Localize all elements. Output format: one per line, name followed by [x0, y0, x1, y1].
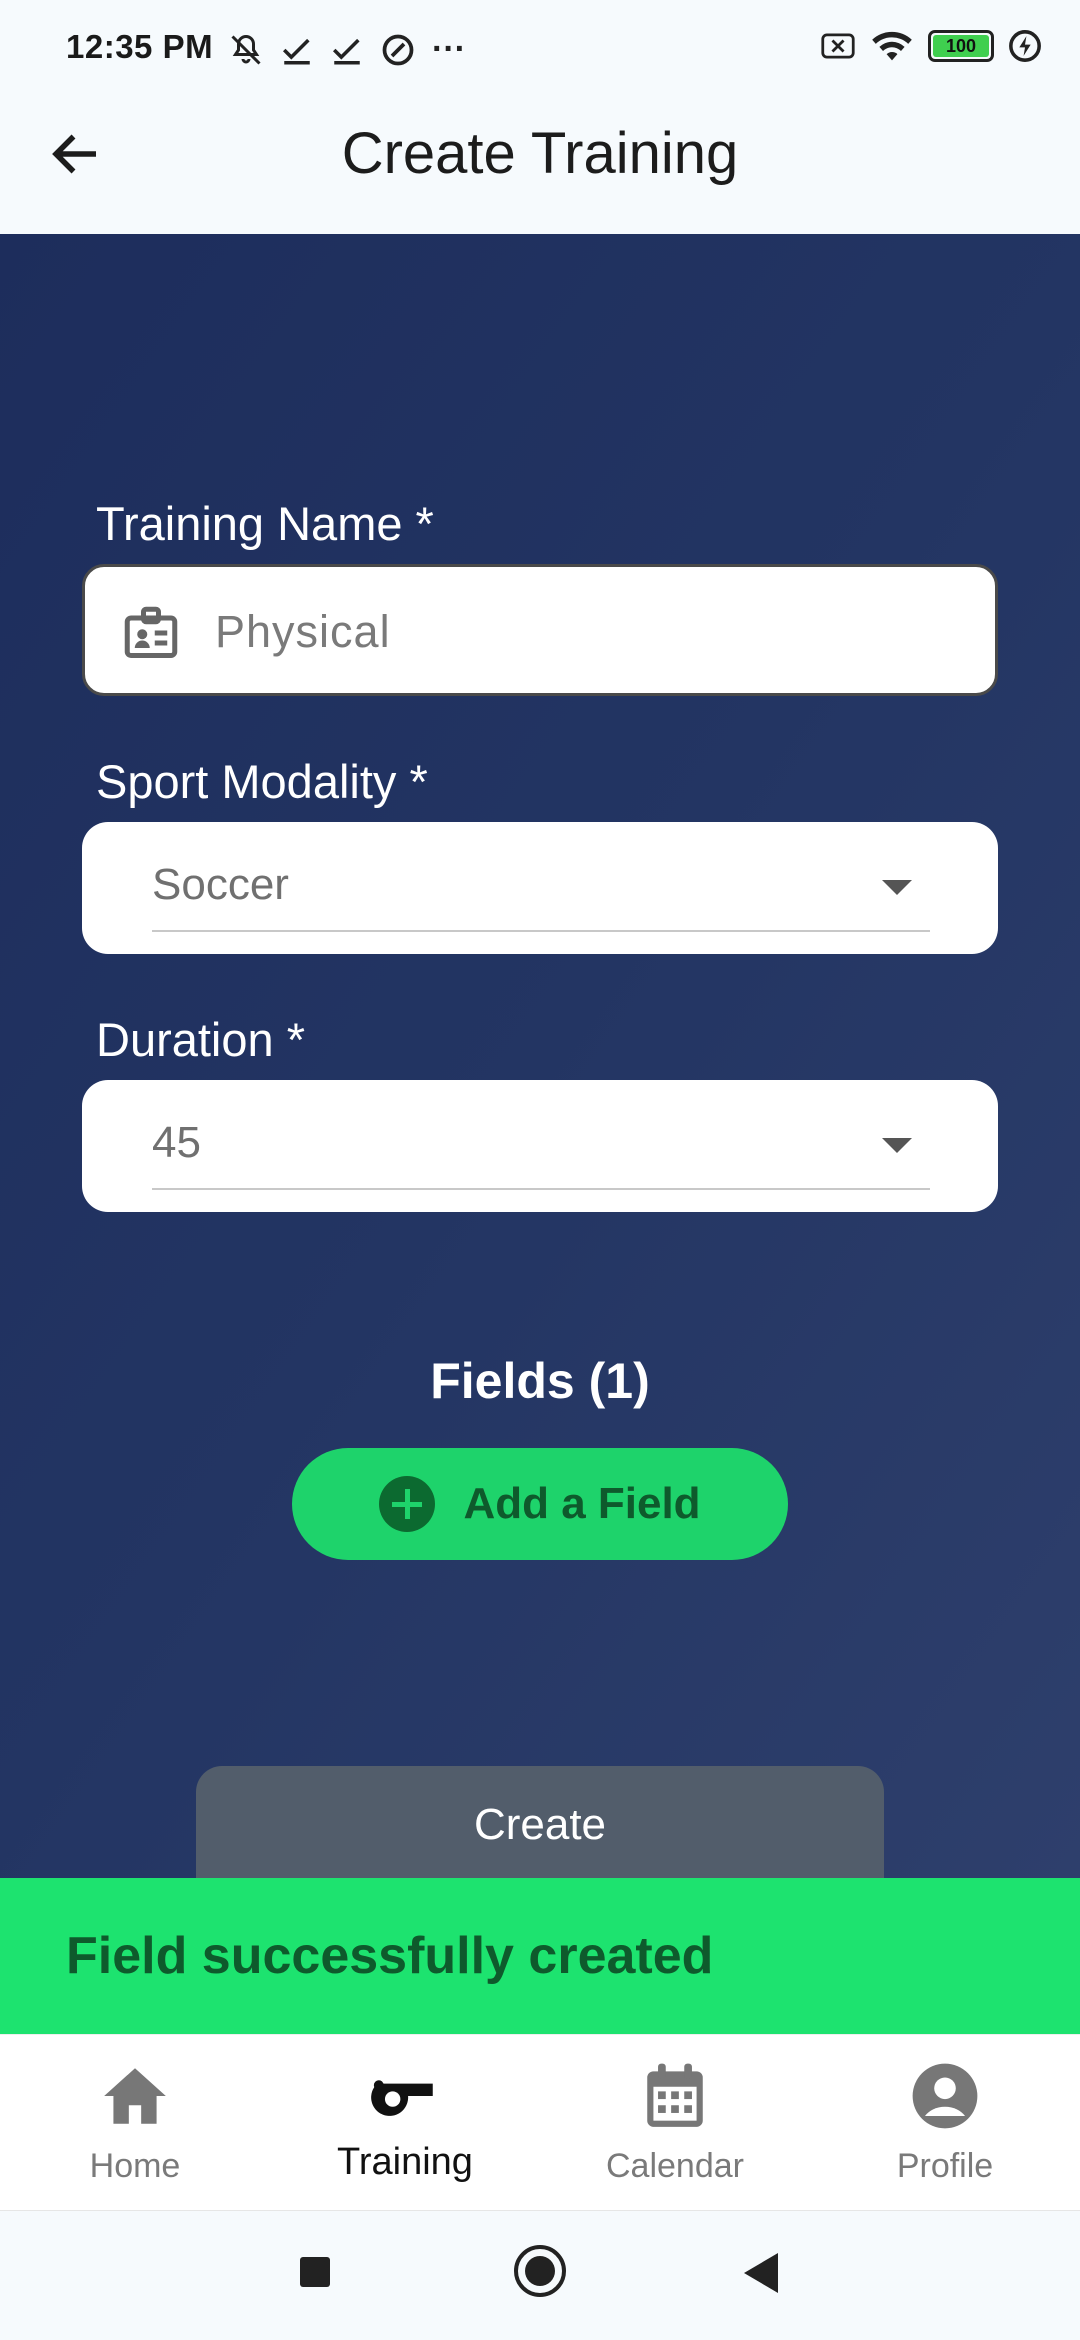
add-field-button[interactable]: Add a Field	[292, 1448, 788, 1560]
add-circle-icon	[379, 1476, 436, 1532]
success-snackbar: Field successfully created	[0, 1878, 1080, 2034]
dropdown-arrow-icon	[882, 1138, 912, 1153]
training-name-label: Training Name *	[96, 497, 434, 550]
status-bar: 12:35 PM ··· 100	[0, 0, 1080, 96]
training-name-input[interactable]	[215, 597, 955, 667]
status-system-icons: 100	[820, 28, 1042, 64]
nav-item-profile[interactable]: Profile	[810, 2035, 1080, 2210]
create-button-label: Create	[473, 1800, 607, 1849]
nav-item-calendar[interactable]: Calendar	[540, 2035, 810, 2210]
check-icon	[282, 38, 310, 65]
duration-underline	[152, 1188, 930, 1190]
sim-off-icon	[821, 33, 855, 59]
charging-icon	[1009, 30, 1041, 62]
more-notifications-icon: ···	[432, 30, 466, 68]
fields-count-heading: Fields (1)	[430, 1353, 650, 1409]
sport-modality-underline	[152, 930, 930, 932]
bell-off-icon	[231, 34, 261, 65]
snackbar-message: Field successfully created	[66, 1927, 714, 1985]
nav-label-profile: Profile	[896, 2147, 994, 2185]
system-back-icon[interactable]	[744, 2253, 778, 2293]
dropdown-arrow-icon	[882, 880, 912, 895]
nav-item-home[interactable]: Home	[0, 2035, 270, 2210]
battery-icon: 100	[928, 30, 994, 62]
create-button[interactable]: Create	[196, 1766, 884, 1886]
system-navigation-bar	[0, 2210, 1080, 2340]
bottom-navigation: Home Training Calendar Profile	[0, 2034, 1080, 2210]
status-time: 12:35 PM	[66, 28, 214, 65]
battery-level: 100	[933, 35, 989, 57]
create-training-form: Training Name * Sport Modality * Soccer …	[0, 234, 1080, 1886]
recent-apps-icon[interactable]	[300, 2257, 330, 2287]
whistle-icon	[371, 2080, 433, 2116]
add-field-label: Add a Field	[463, 1479, 701, 1528]
nav-label-training: Training	[337, 2141, 473, 2183]
nav-label-calendar: Calendar	[606, 2147, 744, 2185]
data-saver-icon	[382, 34, 414, 65]
app-bar: Create Training	[0, 96, 1080, 234]
calendar-icon	[647, 2063, 703, 2127]
wifi-icon	[872, 31, 912, 61]
duration-dropdown[interactable]: 45	[82, 1080, 998, 1212]
duration-label: Duration *	[96, 1013, 305, 1066]
nav-item-training[interactable]: Training	[270, 2035, 540, 2210]
home-icon	[104, 2068, 166, 2124]
sport-modality-dropdown[interactable]: Soccer	[82, 822, 998, 954]
sport-modality-label: Sport Modality *	[96, 755, 428, 808]
badge-icon	[124, 606, 178, 658]
nav-label-home: Home	[89, 2147, 181, 2185]
duration-value: 45	[152, 1118, 201, 1167]
sport-modality-value: Soccer	[152, 860, 289, 909]
profile-icon	[912, 2063, 978, 2129]
status-notification-icons: ···	[228, 30, 466, 69]
check-icon	[332, 38, 360, 65]
training-name-field[interactable]	[82, 564, 998, 696]
home-button-icon[interactable]	[514, 2245, 566, 2297]
page-title: Create Training	[341, 121, 739, 186]
